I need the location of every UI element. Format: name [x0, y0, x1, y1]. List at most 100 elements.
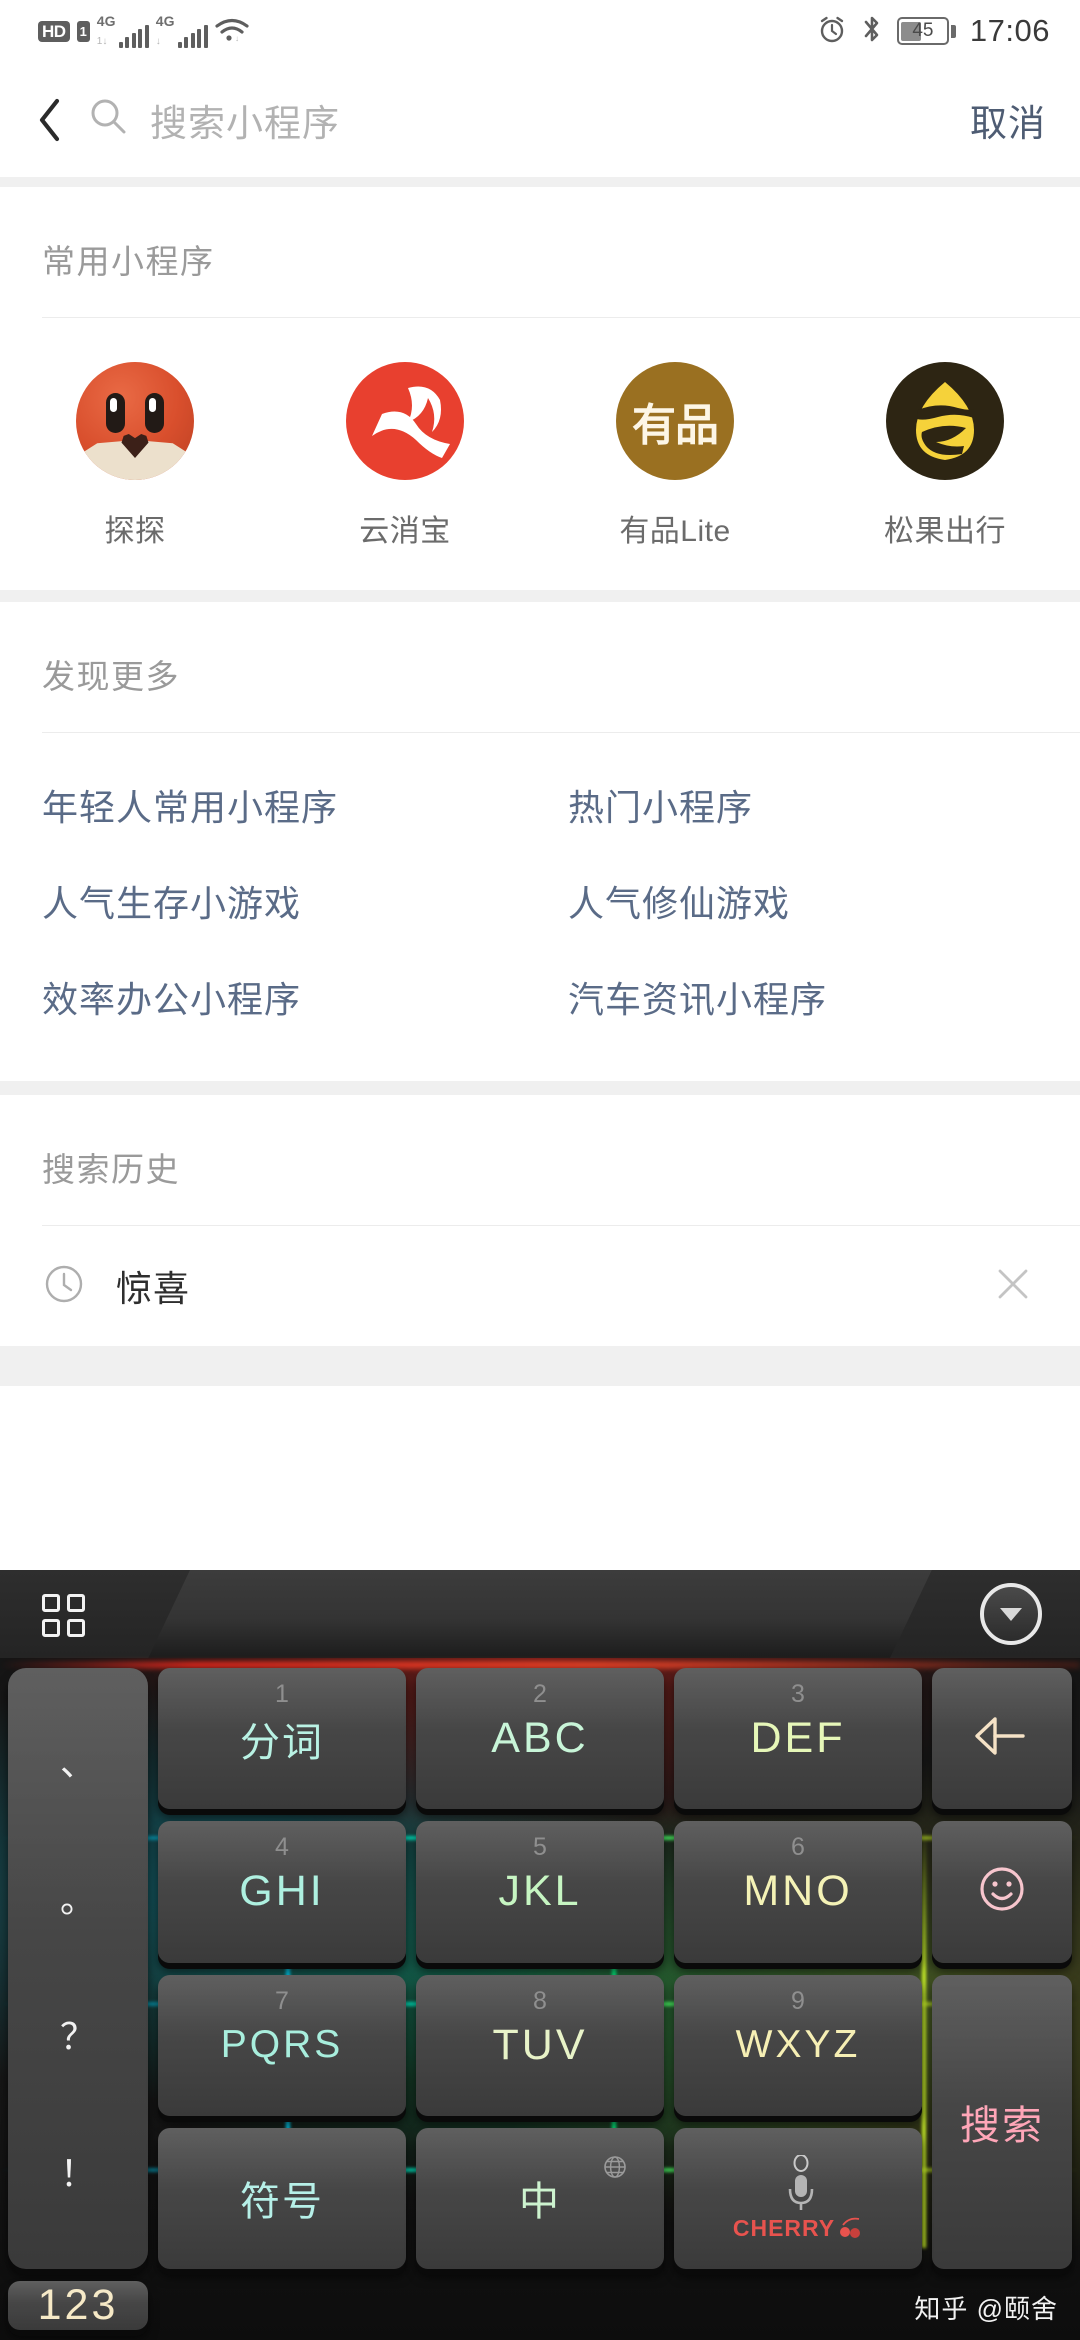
search-placeholder-text: 搜索小程序 — [150, 102, 340, 144]
signal-2-icon: 4G ↓ — [156, 14, 208, 48]
frequent-apps-grid: 探探 云消宝 有品 有品Lite 松果出行 — [0, 318, 1080, 590]
key-label: ABC — [491, 1714, 589, 1763]
key-9-wxyz[interactable]: 9 WXYZ — [674, 1974, 922, 2116]
key-5-jkl[interactable]: 5 JKL — [416, 1821, 664, 1963]
key-number: 2 — [533, 1680, 547, 1708]
cherry-brand-logo: CHERRY — [733, 2215, 863, 2242]
hd-icon: HD — [38, 20, 70, 42]
microphone-key[interactable]: CHERRY — [674, 2127, 922, 2269]
discover-link[interactable]: 人气生存小游戏 — [0, 853, 540, 949]
app-item-yunxiaobao[interactable]: 云消宝 — [270, 362, 540, 550]
app-label: 有品Lite — [619, 515, 731, 548]
app-label: 探探 — [104, 515, 166, 548]
chevron-down-icon[interactable] — [980, 1583, 1042, 1645]
search-bar: 搜索小程序 取消 — [0, 62, 1080, 177]
app-item-tantan[interactable]: 探探 — [0, 362, 270, 550]
key-label: DEF — [750, 1714, 846, 1763]
discover-link[interactable]: 热门小程序 — [540, 757, 1080, 853]
key-number: 6 — [791, 1833, 805, 1862]
punctuation-key[interactable]: 、 。 ？ ！ — [8, 1668, 148, 2269]
keyboard-keys: 、 。 ？ ！ 1 分词 2 ABC 3 DEF 4 GHI 5 JKL 6 M… — [8, 1668, 1072, 2330]
yunxiaobao-app-icon — [346, 362, 464, 480]
keyboard-body: 、 。 ？ ！ 1 分词 2 ABC 3 DEF 4 GHI 5 JKL 6 M… — [0, 1658, 1080, 2340]
emoji-key[interactable] — [932, 1821, 1072, 1963]
bluetooth-icon — [861, 14, 883, 49]
key-label: JKL — [498, 1867, 582, 1916]
watermark: 知乎 @颐舍 — [914, 2294, 1058, 2324]
youpin-glyph: 有品 — [632, 401, 719, 450]
key-4-ghi[interactable]: 4 GHI — [158, 1821, 406, 1963]
key-2-abc[interactable]: 2 ABC — [416, 1668, 664, 1810]
discover-link[interactable]: 效率办公小程序 — [0, 949, 540, 1045]
sim-card-icon: 1 — [76, 20, 90, 42]
symbol-key[interactable]: 符号 — [158, 2127, 406, 2269]
section-gap — [0, 1346, 1080, 1386]
discover-link[interactable]: 年轻人常用小程序 — [0, 757, 540, 853]
discover-links-grid: 年轻人常用小程序 热门小程序 人气生存小游戏 人气修仙游戏 效率办公小程序 汽车… — [0, 733, 1080, 1081]
key-label: 符号 — [240, 2180, 324, 2225]
punct-char: ！ — [59, 2153, 96, 2195]
history-item[interactable]: 惊喜 — [0, 1226, 1080, 1346]
keyboard-grid-icon[interactable] — [42, 1594, 85, 1637]
search-history-section: 搜索历史 惊喜 — [0, 1095, 1080, 1346]
key-7-pqrs[interactable]: 7 PQRS — [158, 1974, 406, 2116]
discover-title: 发现更多 — [42, 658, 180, 695]
signal-bars-1 — [118, 25, 149, 48]
songguo-app-icon — [886, 362, 1004, 480]
wifi-icon: ↓ — [215, 18, 249, 44]
battery-icon: 45 — [896, 17, 956, 45]
key-label: 中 — [519, 2180, 561, 2225]
key-3-def[interactable]: 3 DEF — [674, 1668, 922, 1810]
clock-icon — [42, 1262, 86, 1311]
search-key[interactable]: 搜索 — [932, 1974, 1072, 2269]
backspace-icon — [973, 1713, 1031, 1764]
key-6-mno[interactable]: 6 MNO — [674, 1821, 922, 1963]
status-bar-left: HD 1 4G 1↓ 4G ↓ ↓ — [38, 14, 249, 48]
cherry-brand-text: CHERRY — [732, 2214, 836, 2241]
frequent-apps-section: 常用小程序 探探 云消宝 有品 有品Lite 松果出行 — [0, 187, 1080, 590]
key-label: 分词 — [240, 1720, 324, 1765]
cancel-button[interactable]: 取消 — [970, 93, 1046, 147]
key-label: 123 — [37, 2281, 119, 2329]
youpin-app-icon: 有品 — [616, 362, 734, 480]
tantan-app-icon — [76, 362, 194, 480]
search-history-title: 搜索历史 — [42, 1151, 180, 1188]
key-label: TUV — [492, 2020, 588, 2069]
smiley-icon — [975, 1862, 1029, 1921]
key-1-fenci[interactable]: 1 分词 — [158, 1668, 406, 1810]
key-8-tuv[interactable]: 8 TUV — [416, 1974, 664, 2116]
punct-char: 、 — [59, 1741, 96, 1783]
discover-section: 发现更多 年轻人常用小程序 热门小程序 人气生存小游戏 人气修仙游戏 效率办公小… — [0, 602, 1080, 1081]
discover-link[interactable]: 汽车资讯小程序 — [540, 949, 1080, 1045]
svg-text:↓: ↓ — [235, 34, 239, 43]
status-bar: HD 1 4G 1↓ 4G ↓ ↓ 45 17:06 — [0, 0, 1080, 62]
back-chevron-icon[interactable] — [26, 96, 74, 144]
app-item-songguo[interactable]: 松果出行 — [810, 362, 1080, 550]
language-key[interactable]: 中 — [416, 2127, 664, 2269]
key-label: MNO — [743, 1867, 853, 1916]
alarm-icon — [817, 14, 847, 49]
status-bar-right: 45 17:06 — [817, 13, 1050, 49]
frequent-apps-title: 常用小程序 — [42, 243, 215, 280]
numbers-key[interactable]: 123 — [8, 2281, 148, 2330]
app-item-youpin[interactable]: 有品 有品Lite — [540, 362, 810, 550]
app-label: 云消宝 — [359, 515, 451, 548]
key-number: 3 — [791, 1680, 805, 1708]
key-number: 4 — [275, 1833, 289, 1862]
keyboard: 、 。 ？ ！ 1 分词 2 ABC 3 DEF 4 GHI 5 JKL 6 M… — [0, 1570, 1080, 2340]
microphone-icon — [783, 2153, 814, 2210]
key-number: 7 — [275, 1986, 289, 2015]
key-label: WXYZ — [735, 2023, 861, 2067]
close-icon[interactable] — [992, 1263, 1034, 1310]
battery-level-text: 45 — [912, 20, 934, 41]
discover-link[interactable]: 人气修仙游戏 — [540, 853, 1080, 949]
key-number: 8 — [533, 1986, 547, 2015]
globe-icon — [602, 2154, 628, 2185]
search-input[interactable]: 搜索小程序 — [88, 93, 970, 147]
key-label: GHI — [239, 1867, 325, 1916]
section-gap — [0, 177, 1080, 187]
backspace-key[interactable] — [932, 1668, 1072, 1810]
punct-char: ？ — [59, 2016, 96, 2058]
key-number: 1 — [275, 1680, 289, 1708]
section-gap — [0, 590, 1080, 602]
